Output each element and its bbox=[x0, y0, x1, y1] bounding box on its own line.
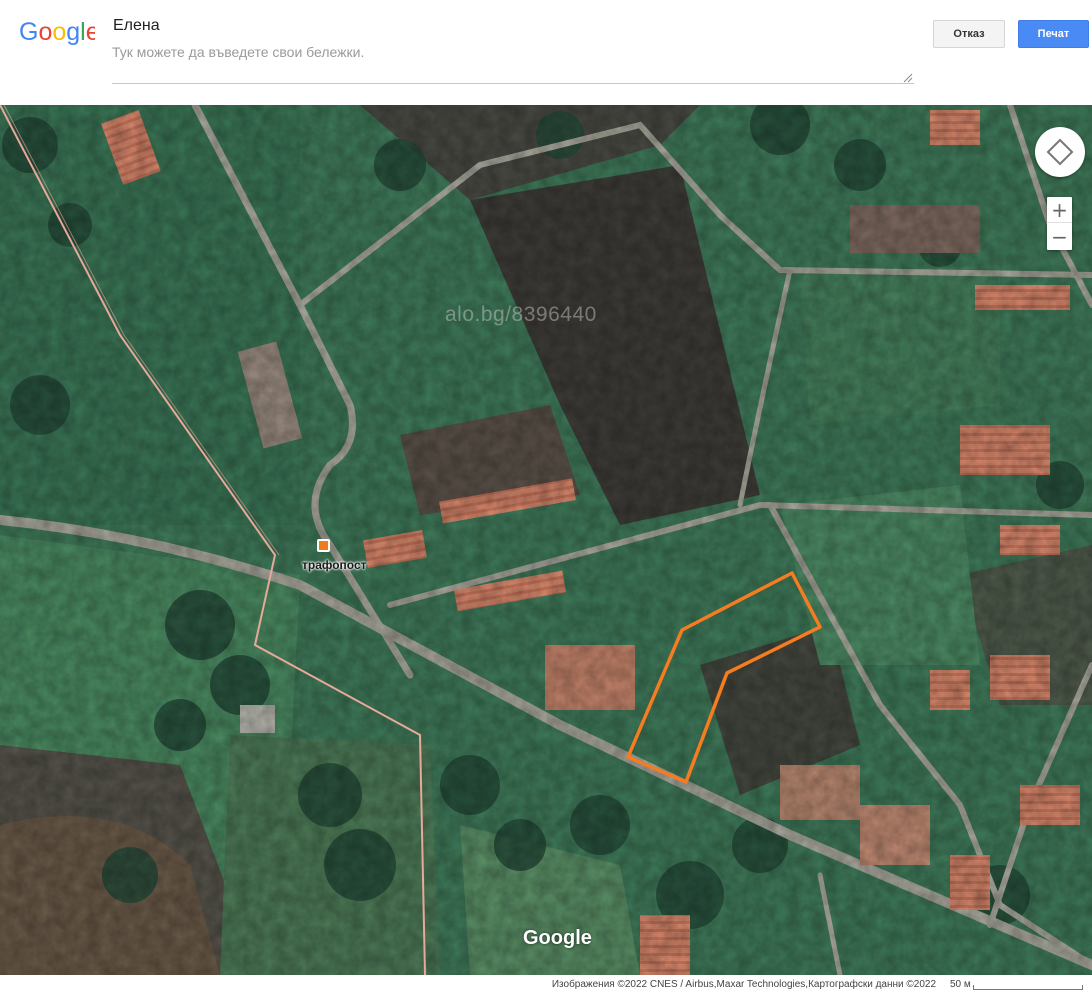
square-marker-icon[interactable] bbox=[317, 539, 330, 552]
google-logo: Google bbox=[19, 18, 95, 46]
logo-letter: g bbox=[66, 18, 80, 46]
satellite-map[interactable]: alo.bg/8396440 трафопост + − Google bbox=[0, 105, 1092, 975]
watermark: alo.bg/8396440 bbox=[445, 303, 597, 326]
map-imagery bbox=[0, 105, 1092, 975]
map-google-logo: Google bbox=[523, 927, 592, 949]
poi-label[interactable]: трафопост bbox=[302, 558, 367, 572]
attribution-text: Изображения ©2022 CNES / Airbus,Maxar Te… bbox=[551, 979, 936, 990]
logo-letter: e bbox=[86, 18, 95, 46]
logo-letter: o bbox=[52, 18, 66, 46]
zoom-control: + − bbox=[1047, 197, 1072, 250]
resize-handle-icon[interactable] bbox=[903, 73, 913, 83]
scale-bar bbox=[973, 985, 1083, 990]
notes-input[interactable] bbox=[112, 42, 914, 84]
map-footer: Изображения ©2022 CNES / Airbus,Maxar Te… bbox=[0, 975, 1092, 1000]
logo-letter: o bbox=[38, 18, 52, 46]
zoom-in-button[interactable]: + bbox=[1047, 197, 1072, 223]
scale-label[interactable]: 50 м bbox=[950, 979, 971, 990]
logo-letter: G bbox=[19, 18, 38, 46]
pan-control[interactable] bbox=[1035, 127, 1085, 177]
location-title: Елена bbox=[113, 17, 160, 34]
print-button[interactable]: Печат bbox=[1018, 20, 1089, 48]
svg-text:Google: Google bbox=[19, 18, 95, 46]
cancel-button[interactable]: Отказ bbox=[933, 20, 1005, 48]
pan-arrows-icon[interactable] bbox=[1035, 127, 1085, 177]
zoom-out-button[interactable]: − bbox=[1047, 224, 1072, 250]
print-header: Google Елена Отказ Печат bbox=[0, 0, 1092, 105]
